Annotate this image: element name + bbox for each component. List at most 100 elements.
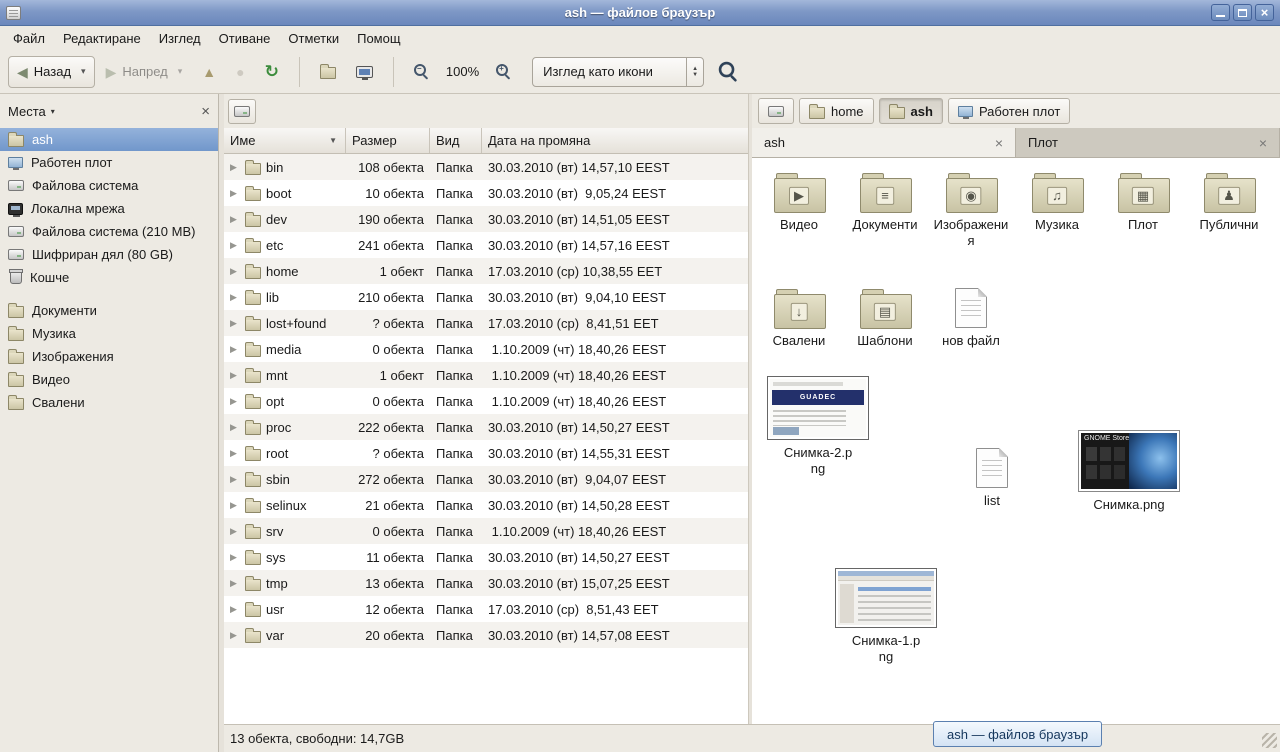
icon-desktop[interactable]: ▦Плот [1102, 172, 1184, 233]
breadcrumb-root[interactable] [758, 98, 794, 124]
reload-button[interactable]: ↻ [256, 56, 288, 88]
table-row-lib[interactable]: ▶lib210 обектаПапка30.03.2010 (вт) 9,04,… [224, 284, 748, 310]
icon-downloads[interactable]: ↓Свалени [758, 288, 840, 349]
zoom-in-button[interactable]: + [487, 56, 520, 88]
table-row-sys[interactable]: ▶sys11 обектаПапка30.03.2010 (вт) 14,50,… [224, 544, 748, 570]
breadcrumb-ash[interactable]: ash [879, 98, 943, 124]
file-snimka-2[interactable]: GUADEC Снимка-2.png [764, 376, 872, 478]
table-row-opt[interactable]: ▶opt0 обектаПапка 1.10.2009 (чт) 18,40,2… [224, 388, 748, 414]
table-row-home[interactable]: ▶home1 обектПапка17.03.2010 (ср) 10,38,5… [224, 258, 748, 284]
sidebar-item-music[interactable]: Музика [0, 322, 218, 345]
menu-help[interactable]: Помощ [348, 28, 409, 49]
table-row-usr[interactable]: ▶usr12 обектаПапка17.03.2010 (ср) 8,51,4… [224, 596, 748, 622]
menu-bookmarks[interactable]: Отметки [279, 28, 348, 49]
menu-view[interactable]: Изглед [150, 28, 210, 49]
sidebar-close-icon[interactable]: × [201, 104, 210, 119]
sidebar-item-network[interactable]: Локална мрежа [0, 197, 218, 220]
sidebar-item-downloads[interactable]: Свалени [0, 391, 218, 414]
icon-new-file[interactable]: нов файл [930, 288, 1012, 349]
table-row-root[interactable]: ▶root? обектаПапка30.03.2010 (вт) 14,55,… [224, 440, 748, 466]
taskbar-window-button[interactable]: ash — файлов браузър [933, 721, 1102, 747]
tab-ash[interactable]: ash× [752, 128, 1016, 157]
spinner-arrows-icon[interactable]: ▲▼ [686, 58, 703, 86]
expander-icon[interactable]: ▶ [230, 188, 240, 199]
computer-button[interactable] [347, 56, 382, 88]
table-row-selinux[interactable]: ▶selinux21 обектаПапка30.03.2010 (вт) 14… [224, 492, 748, 518]
column-header-name[interactable]: Име ▼ [224, 128, 346, 153]
sidebar-item-filesystem-210[interactable]: Файлова система (210 MB) [0, 220, 218, 243]
sidebar-item-pictures[interactable]: Изображения [0, 345, 218, 368]
expander-icon[interactable]: ▶ [230, 474, 240, 485]
sidebar-selector-caret-icon[interactable]: ▾ [51, 107, 55, 116]
icon-pictures[interactable]: ◉Изображения [930, 172, 1012, 250]
expander-icon[interactable]: ▶ [230, 630, 240, 641]
zoom-out-button[interactable]: − [405, 56, 438, 88]
expander-icon[interactable]: ▶ [230, 266, 240, 277]
tab-close-icon[interactable]: × [995, 136, 1003, 150]
titlebar[interactable]: ash — файлов браузър × [0, 0, 1280, 26]
resize-grip[interactable] [1262, 733, 1277, 748]
breadcrumb-desktop[interactable]: Работен плот [948, 98, 1070, 124]
expander-icon[interactable]: ▶ [230, 578, 240, 589]
expander-icon[interactable]: ▶ [230, 370, 240, 381]
breadcrumb-root-button[interactable] [228, 99, 256, 124]
column-header-type[interactable]: Вид [430, 128, 482, 153]
table-row-media[interactable]: ▶media0 обектаПапка 1.10.2009 (чт) 18,40… [224, 336, 748, 362]
view-selector[interactable]: Изглед като икони ▲▼ [532, 57, 704, 87]
expander-icon[interactable]: ▶ [230, 526, 240, 537]
table-row-bin[interactable]: ▶bin108 обектаПапка30.03.2010 (вт) 14,57… [224, 154, 748, 180]
expander-icon[interactable]: ▶ [230, 344, 240, 355]
table-row-etc[interactable]: ▶etc241 обектаПапка30.03.2010 (вт) 14,57… [224, 232, 748, 258]
file-snimka-1[interactable]: Снимка-1.png [832, 568, 940, 666]
table-row-tmp[interactable]: ▶tmp13 обектаПапка30.03.2010 (вт) 15,07,… [224, 570, 748, 596]
expander-icon[interactable]: ▶ [230, 604, 240, 615]
tab-close-icon[interactable]: × [1259, 136, 1267, 150]
expander-icon[interactable]: ▶ [230, 318, 240, 329]
search-button[interactable] [706, 56, 745, 88]
sidebar-item-desktop[interactable]: Работен плот [0, 151, 218, 174]
menu-go[interactable]: Отиване [210, 28, 280, 49]
table-row-sbin[interactable]: ▶sbin272 обектаПапка30.03.2010 (вт) 9,04… [224, 466, 748, 492]
menu-edit[interactable]: Редактиране [54, 28, 150, 49]
menu-file[interactable]: Файл [4, 28, 54, 49]
breadcrumb-home[interactable]: home [799, 98, 874, 124]
expander-icon[interactable]: ▶ [230, 552, 240, 563]
table-row-mnt[interactable]: ▶mnt1 обектПапка 1.10.2009 (чт) 18,40,26… [224, 362, 748, 388]
file-list[interactable]: list [957, 448, 1027, 509]
icon-templates[interactable]: ▤Шаблони [844, 288, 926, 349]
table-row-proc[interactable]: ▶proc222 обектаПапка30.03.2010 (вт) 14,5… [224, 414, 748, 440]
expander-icon[interactable]: ▶ [230, 240, 240, 251]
expander-icon[interactable]: ▶ [230, 292, 240, 303]
sidebar-item-documents[interactable]: Документи [0, 299, 218, 322]
expander-icon[interactable]: ▶ [230, 422, 240, 433]
table-row-var[interactable]: ▶var20 обектаПапка30.03.2010 (вт) 14,57,… [224, 622, 748, 648]
sidebar-item-encrypted-80[interactable]: Шифриран дял (80 GB) [0, 243, 218, 266]
expander-icon[interactable]: ▶ [230, 500, 240, 511]
table-row-boot[interactable]: ▶boot10 обектаПапка30.03.2010 (вт) 9,05,… [224, 180, 748, 206]
expander-icon[interactable]: ▶ [230, 214, 240, 225]
icon-music[interactable]: ♫Музика [1016, 172, 1098, 233]
column-header-size[interactable]: Размер [346, 128, 430, 153]
minimize-button[interactable] [1211, 4, 1230, 21]
sidebar-item-trash[interactable]: Кошче [0, 266, 218, 289]
close-button[interactable]: × [1255, 4, 1274, 21]
sidebar-item-video[interactable]: Видео [0, 368, 218, 391]
expander-icon[interactable]: ▶ [230, 396, 240, 407]
up-button[interactable]: ▲ [193, 56, 225, 88]
expander-icon[interactable]: ▶ [230, 162, 240, 173]
forward-button[interactable]: ▶ Напред ▾ [97, 56, 192, 88]
maximize-button[interactable] [1233, 4, 1252, 21]
back-history-caret-icon[interactable]: ▾ [77, 66, 86, 77]
table-row-srv[interactable]: ▶srv0 обектаПапка 1.10.2009 (чт) 18,40,2… [224, 518, 748, 544]
sidebar-item-filesystem[interactable]: Файлова система [0, 174, 218, 197]
icon-public[interactable]: ♟Публични [1188, 172, 1270, 233]
expander-icon[interactable]: ▶ [230, 448, 240, 459]
back-button[interactable]: ◀ Назад ▾ [8, 56, 95, 88]
file-snimka[interactable]: GNOME Store Снимка.png [1074, 430, 1184, 513]
icon-video[interactable]: ▶Видео [758, 172, 840, 233]
table-row-lost+found[interactable]: ▶lost+found? обектаПапка17.03.2010 (ср) … [224, 310, 748, 336]
tab-plot[interactable]: Плот× [1016, 128, 1280, 157]
table-row-dev[interactable]: ▶dev190 обектаПапка30.03.2010 (вт) 14,51… [224, 206, 748, 232]
column-header-date[interactable]: Дата на промяна [482, 128, 748, 153]
icon-documents[interactable]: ≡Документи [844, 172, 926, 233]
